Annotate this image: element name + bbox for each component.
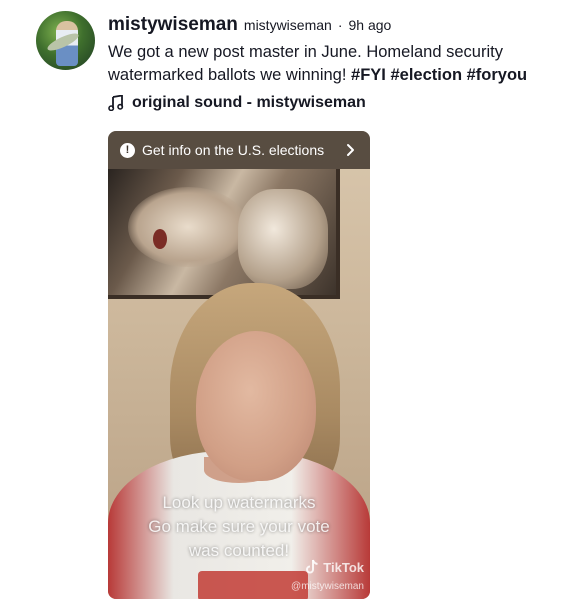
tiktok-watermark: TikTok — [304, 559, 364, 575]
separator: · — [337, 17, 343, 33]
music-note-icon — [108, 95, 124, 111]
background-painting — [108, 169, 340, 299]
banner-text: Get info on the U.S. elections — [142, 142, 325, 158]
hashtag-election[interactable]: #election — [391, 66, 463, 84]
sound-link[interactable]: original sound - mistywiseman — [108, 94, 366, 112]
election-info-banner[interactable]: ! Get info on the U.S. elections — [108, 131, 370, 169]
username-link[interactable]: mistywiseman — [108, 14, 238, 36]
video-overlay-line-2: Go make sure your vote — [148, 517, 330, 536]
nickname[interactable]: mistywiseman — [244, 17, 332, 33]
tiktok-logo-icon — [306, 559, 318, 574]
avatar[interactable] — [36, 11, 95, 70]
watermark-brand: TikTok — [323, 559, 364, 575]
post-time: 9h ago — [348, 17, 392, 33]
hashtag-foryou[interactable]: #foryou — [467, 66, 528, 84]
info-icon: ! — [120, 142, 135, 158]
sound-label: original sound - mistywiseman — [132, 94, 366, 111]
post-caption: We got a new post master in June. Homela… — [108, 41, 548, 87]
post-header: mistywiseman mistywiseman · 9h ago — [108, 14, 391, 36]
chevron-right-icon[interactable] — [342, 142, 358, 158]
video-overlay-line-1: Look up watermarks — [162, 493, 316, 512]
video-player[interactable]: ! Get info on the U.S. elections Look up… — [108, 131, 370, 599]
watermark-username: @mistywiseman — [291, 581, 364, 592]
video-overlay-line-3: was counted! — [188, 541, 290, 560]
hashtag-fyi[interactable]: #FYI — [351, 66, 386, 84]
person-face — [196, 331, 316, 481]
